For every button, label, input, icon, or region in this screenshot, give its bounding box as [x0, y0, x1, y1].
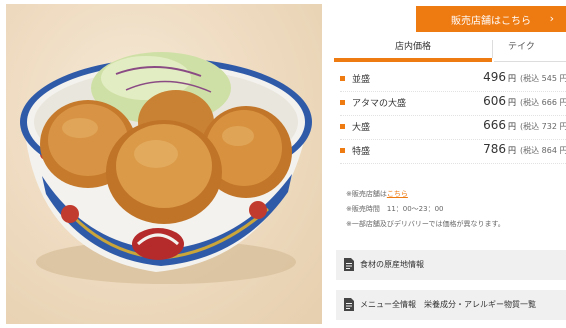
price-value: 606 [483, 94, 506, 108]
price-row: 特盛 786 円 (税込 864 円) [340, 142, 566, 164]
hours-note: ※販売時間 11：00〜23：00 [346, 205, 444, 213]
price-value: 786 [483, 142, 506, 156]
chevron-right-icon: › [549, 12, 554, 25]
price-row: 大盛 666 円 (税込 732 円) [340, 118, 566, 140]
tax-included-price: (税込 864 円) [520, 146, 566, 155]
yen-unit: 円 [508, 122, 516, 131]
stores-link[interactable]: こちら [387, 190, 408, 198]
find-stores-label: 販売店舗はこちら [451, 15, 531, 27]
price-value: 666 [483, 118, 506, 132]
tab-divider [492, 40, 493, 58]
price-row: 並盛 496 円 (税込 545 円) [340, 70, 566, 92]
product-photo [6, 4, 322, 324]
bullet-icon [340, 100, 345, 105]
bullet-icon [340, 124, 345, 129]
full-menu-info-label: メニュー全情報 栄養成分・アレルギー物質一覧 [360, 300, 536, 309]
ingredient-origin-button[interactable]: 食材の原産地情報 [336, 250, 566, 280]
ingredient-origin-label: 食材の原産地情報 [360, 260, 424, 269]
document-icon [344, 298, 354, 311]
yen-unit: 円 [508, 146, 516, 155]
tab-takeout-price[interactable]: テイク [494, 36, 566, 62]
tab-dine-in-price[interactable]: 店内価格 [334, 36, 492, 62]
bullet-icon [340, 148, 345, 153]
tax-included-price: (税込 666 円) [520, 98, 566, 107]
yen-unit: 円 [508, 98, 516, 107]
yen-unit: 円 [508, 74, 516, 83]
size-name: 並盛 [352, 75, 371, 85]
tax-included-price: (税込 545 円) [520, 74, 566, 83]
size-name: 大盛 [352, 123, 371, 133]
price-value: 496 [483, 70, 506, 84]
delivery-note: ※一部店舗及びデリバリーでは価格が異なります。 [346, 220, 505, 228]
price-row: アタマの大盛 606 円 (税込 666 円) [340, 94, 566, 116]
stores-note-text: ※販売店舗は [346, 190, 387, 198]
document-icon [344, 258, 354, 271]
bullet-icon [340, 76, 345, 81]
tax-included-price: (税込 732 円) [520, 122, 566, 131]
price-tabs: 店内価格 テイク [334, 36, 566, 62]
stores-note: ※販売店舗はこちら [346, 189, 408, 199]
size-name: 特盛 [352, 147, 371, 157]
find-stores-button[interactable]: 販売店舗はこちら › [416, 6, 566, 32]
full-menu-info-button[interactable]: メニュー全情報 栄養成分・アレルギー物質一覧 [336, 290, 566, 320]
size-name: アタマの大盛 [352, 99, 407, 109]
